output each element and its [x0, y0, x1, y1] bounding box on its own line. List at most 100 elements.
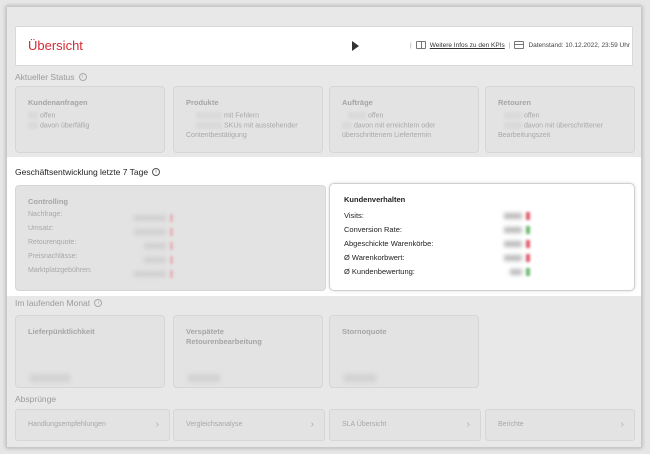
blurred-value — [504, 213, 522, 219]
separator: | — [410, 41, 412, 49]
trend-arrow-icon — [170, 270, 173, 278]
jumps-section-title: Absprünge — [15, 394, 56, 404]
header-meta: | Weitere Infos zu den KPIs | Datenstand… — [410, 41, 630, 49]
overview-header: Übersicht | Weitere Infos zu den KPIs | … — [15, 26, 633, 66]
card-title: Stornoquote — [342, 327, 387, 336]
controlling-row: Umsatz: — [28, 225, 54, 232]
row-label: Preisnachlässe: — [28, 253, 78, 260]
card-auftraege[interactable]: Aufträge offen davon mit erreichtem oder… — [329, 86, 479, 153]
blurred-value — [188, 374, 220, 382]
controlling-row: Nachfrage: — [28, 211, 62, 218]
jump-label: Vergleichsanalyse — [186, 421, 243, 428]
blurred-value — [134, 229, 166, 235]
separator: | — [508, 41, 511, 49]
trend-down-icon — [526, 212, 530, 220]
row-label: Marktplatzgebühren: — [28, 267, 92, 274]
row-label: Ø Warenkorbwert: — [344, 253, 405, 262]
row-label: Abgeschickte Warenkörbe: — [344, 239, 434, 248]
trend-arrow-icon — [170, 256, 173, 264]
blurred-value — [510, 269, 522, 275]
card-line: offen — [504, 112, 539, 119]
card-title: Kundenanfragen — [28, 98, 88, 107]
blurred-value — [134, 215, 166, 221]
card-line: überschrittenem Liefertermin — [342, 132, 432, 139]
card-line: offen — [348, 112, 383, 119]
jump-sla-uebersicht[interactable]: SLA Übersicht › — [329, 409, 481, 441]
card-produkte[interactable]: Produkte mit Fehlern SKUs mit ausstehend… — [173, 86, 323, 153]
controlling-row: Preisnachlässe: — [28, 253, 77, 260]
blurred-value — [504, 255, 522, 261]
row-label: Ø Kundenbewertung: — [344, 267, 415, 276]
card-line: Contentbestätigung — [186, 132, 247, 139]
controlling-row: Retourenquote: — [28, 239, 76, 246]
card-title: Retouren — [498, 98, 531, 107]
card-verspaetete-retouren[interactable]: Verspätete Retourenbearbeitung — [173, 315, 323, 388]
blurred-value — [144, 257, 166, 263]
blurred-value — [30, 374, 70, 382]
card-title: Verspätete — [186, 327, 224, 336]
jump-berichte[interactable]: Berichte › — [485, 409, 635, 441]
card-stornoquote[interactable]: Stornoquote — [329, 315, 479, 388]
jumps-title-text: Absprünge — [15, 394, 57, 404]
chevron-right-icon: › — [466, 419, 470, 430]
row-label: Nachfrage: — [28, 211, 63, 218]
card-line-text: SKUs mit ausstehender — [224, 122, 298, 130]
business-section-title: Geschäftsentwicklung letzte 7 Tage i — [15, 167, 161, 177]
info-icon[interactable]: i — [152, 168, 161, 176]
trend-arrow-icon — [170, 242, 173, 250]
month-section-title: Im laufenden Monat i — [15, 298, 103, 308]
chevron-right-icon: › — [155, 419, 159, 430]
chevron-right-icon: › — [310, 419, 314, 430]
blurred-value — [344, 374, 376, 382]
kpi-info-link[interactable]: Weitere Infos zu den KPIs — [430, 42, 505, 49]
card-line-text: mit Fehlern — [224, 112, 260, 120]
page-title: Übersicht — [28, 38, 83, 53]
jump-label: Handlungsempfehlungen — [28, 421, 106, 428]
card-line: Bearbeitungszeit — [498, 132, 551, 139]
card-kundenanfragen[interactable]: Kundenanfragen offen davon überfällig — [15, 86, 165, 153]
book-icon — [415, 41, 426, 49]
card-line: SKUs mit ausstehender — [196, 122, 298, 129]
card-lieferpuenktlichkeit[interactable]: Lieferpünktlichkeit — [15, 315, 165, 388]
trend-down-icon — [526, 240, 530, 248]
dashboard-frame: Übersicht | Weitere Infos zu den KPIs | … — [6, 6, 642, 448]
status-section-title: Aktueller Status i — [15, 72, 87, 82]
kpi-row-visits: Visits: — [344, 211, 634, 220]
jump-label: SLA Übersicht — [342, 421, 387, 428]
play-icon[interactable] — [352, 41, 359, 51]
card-title: Aufträge — [342, 98, 373, 107]
kundenverhalten-card[interactable]: Kundenverhalten Visits: Conversion Rate:… — [329, 183, 635, 291]
trend-down-icon — [526, 254, 530, 262]
card-line: mit Fehlern — [196, 112, 259, 119]
trend-up-icon — [526, 226, 530, 234]
trend-arrow-icon — [170, 228, 173, 236]
blurred-value — [504, 241, 522, 247]
info-icon[interactable]: i — [78, 73, 87, 81]
blurred-value — [134, 271, 166, 277]
jump-handlungsempfehlungen[interactable]: Handlungsempfehlungen › — [15, 409, 170, 441]
controlling-card[interactable]: Controlling Nachfrage: Umsatz: Retourenq… — [15, 185, 326, 291]
calendar-icon — [514, 41, 525, 49]
card-line: offen — [28, 112, 55, 119]
controlling-row: Marktplatzgebühren: — [28, 267, 92, 274]
trend-arrow-icon — [170, 214, 173, 222]
card-title-line2: Retourenbearbeitung — [186, 337, 262, 346]
trend-up-icon — [526, 268, 530, 276]
business-title-text: Geschäftsentwicklung letzte 7 Tage — [15, 167, 149, 177]
card-line: davon überfällig — [28, 122, 89, 129]
card-line-text: davon mit erreichtem oder — [354, 122, 436, 130]
jump-label: Berichte — [498, 421, 524, 428]
kundenverhalten-title: Kundenverhalten — [344, 195, 406, 204]
card-line-text: offen — [524, 112, 540, 120]
jump-vergleichsanalyse[interactable]: Vergleichsanalyse › — [173, 409, 325, 441]
card-retouren[interactable]: Retouren offen davon mit überschrittener… — [485, 86, 635, 153]
card-title: Produkte — [186, 98, 219, 107]
chevron-right-icon: › — [620, 419, 624, 430]
card-line: davon mit erreichtem oder — [342, 122, 435, 129]
month-title-text: Im laufenden Monat — [15, 298, 91, 308]
data-timestamp: Datenstand: 10.12.2022, 23:59 Uhr — [528, 41, 630, 49]
info-icon[interactable]: i — [94, 299, 103, 307]
controlling-title: Controlling — [28, 197, 68, 206]
row-label: Conversion Rate: — [344, 225, 402, 234]
card-line-text: davon überfällig — [40, 122, 90, 130]
